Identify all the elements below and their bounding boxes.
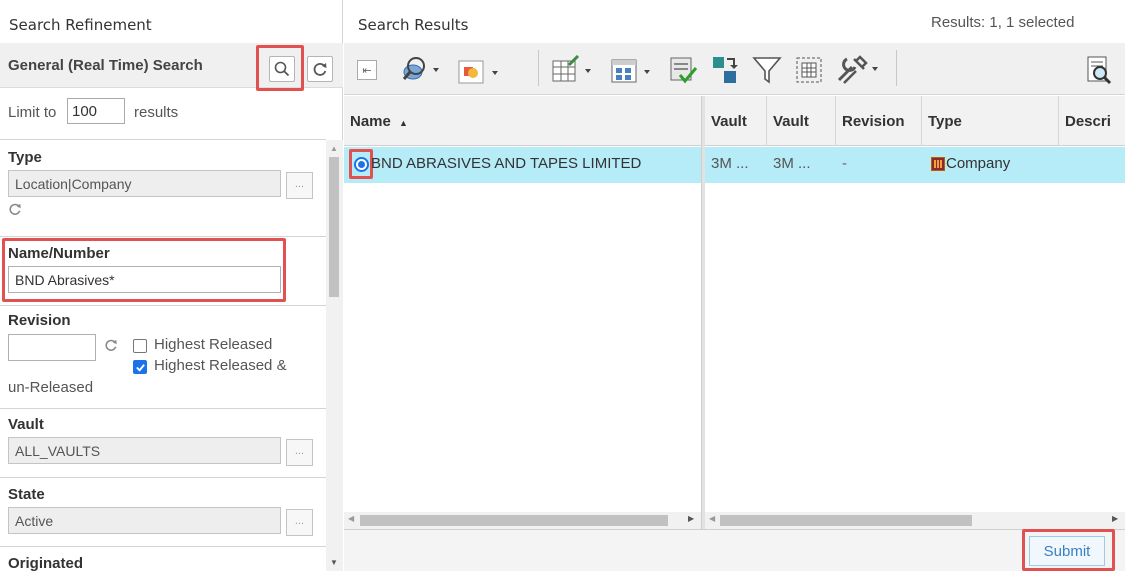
check-icon	[135, 363, 145, 372]
table-config-icon	[611, 59, 650, 83]
validate-icon	[670, 57, 698, 84]
radio-dot-icon	[358, 161, 365, 168]
state-field: Active	[8, 507, 281, 534]
state-label: State	[8, 486, 45, 503]
frozen-pane-splitter[interactable]	[701, 96, 705, 536]
scroll-left-arrow-icon[interactable]: ◀	[709, 514, 715, 523]
validate-button[interactable]	[666, 55, 700, 85]
vault-label: Vault	[8, 416, 44, 433]
select-all-button[interactable]	[792, 55, 826, 85]
edit-table-button[interactable]	[551, 55, 595, 85]
right-pane-hscroll-thumb[interactable]	[720, 515, 972, 526]
revision-label: Revision	[8, 312, 71, 329]
column-header-type[interactable]: Type	[922, 96, 1059, 146]
column-header-description[interactable]: Descri	[1059, 96, 1125, 146]
scroll-right-arrow-icon[interactable]: ▶	[1112, 514, 1118, 523]
originated-label: Originated	[8, 555, 84, 571]
collapse-panel-icon[interactable]: ⇤	[357, 60, 377, 80]
toolbar-separator	[896, 50, 897, 86]
search-refinement-title: Search Refinement	[9, 16, 152, 34]
divider	[0, 408, 326, 409]
edit-table-icon	[552, 55, 591, 82]
revision-refresh-button[interactable]	[104, 338, 118, 356]
limit-suffix: results	[134, 104, 179, 121]
export-icon	[713, 57, 738, 83]
toolbar-separator	[538, 50, 539, 86]
type-field: Location|Company	[8, 170, 281, 197]
column-header-vault-2[interactable]: Vault	[767, 96, 836, 146]
sort-ascending-icon: ▲	[399, 118, 408, 128]
results-footer	[344, 529, 1125, 571]
state-browse-button[interactable]: ...	[286, 509, 313, 536]
scroll-up-arrow-icon[interactable]: ▲	[330, 144, 338, 153]
company-icon	[931, 157, 945, 171]
vault-field: ALL_VAULTS	[8, 437, 281, 464]
type-browse-button[interactable]: ...	[286, 172, 313, 199]
column-header-revision[interactable]: Revision	[836, 96, 922, 146]
divider	[0, 139, 326, 140]
export-button[interactable]	[708, 55, 742, 85]
search-results-title: Search Results	[358, 16, 469, 34]
submit-button[interactable]: Submit	[1029, 536, 1105, 566]
scroll-left-arrow-icon[interactable]: ◀	[348, 514, 354, 523]
column-header-vault[interactable]: Vault	[705, 96, 767, 146]
divider	[0, 305, 326, 306]
divider	[0, 236, 326, 237]
cell-name[interactable]: BND ABRASIVES AND TAPES LIMITED	[371, 147, 701, 183]
limit-prefix: Limit to	[8, 104, 57, 121]
filter-button[interactable]	[750, 55, 784, 85]
cell-vault: 3M ...	[711, 155, 749, 172]
column-header-name-label: Name	[350, 113, 391, 130]
left-scrollbar-thumb[interactable]	[329, 157, 339, 297]
advanced-search-button[interactable]	[1084, 55, 1114, 85]
highest-released-unreleased-checkbox[interactable]	[133, 360, 147, 374]
cell-type: Company	[946, 155, 1011, 172]
refresh-button[interactable]	[307, 56, 333, 82]
table-config-button[interactable]	[610, 56, 654, 86]
highest-released-unreleased-label: Highest Released &	[154, 357, 287, 374]
shapes-icon	[458, 60, 498, 84]
search-icon	[1087, 56, 1112, 85]
limit-input[interactable]	[67, 98, 125, 124]
refresh-icon	[9, 203, 21, 215]
cell-vault-2: 3M ...	[773, 155, 811, 172]
highest-released-checkbox[interactable]	[133, 339, 147, 353]
cell-description	[1061, 147, 1125, 183]
left-pane-hscroll-thumb[interactable]	[360, 515, 668, 526]
tools-icon	[837, 55, 878, 84]
find-like-icon	[402, 57, 439, 80]
highest-released-label: Highest Released	[154, 336, 273, 353]
scroll-right-arrow-icon[interactable]: ▶	[688, 514, 694, 523]
name-number-input[interactable]	[8, 266, 281, 293]
revision-input[interactable]	[8, 334, 96, 361]
scroll-down-arrow-icon[interactable]: ▼	[330, 558, 338, 567]
name-number-label: Name/Number	[8, 245, 110, 262]
filter-icon	[752, 57, 782, 84]
select-all-icon	[796, 57, 822, 83]
tools-button[interactable]	[834, 54, 884, 84]
general-search-label: General (Real Time) Search	[8, 57, 203, 74]
results-count: Results: 1, 1 selected	[931, 14, 1075, 31]
column-header-name[interactable]: Name ▲	[344, 96, 701, 146]
divider	[0, 546, 326, 547]
type-label: Type	[8, 149, 42, 166]
search-button[interactable]	[269, 56, 295, 82]
refresh-icon	[313, 63, 327, 76]
highest-released-unreleased-label-cont: un-Released	[8, 379, 94, 396]
vault-browse-button[interactable]: ...	[286, 439, 313, 466]
find-like-button[interactable]	[397, 54, 443, 84]
divider	[0, 477, 326, 478]
refresh-icon	[105, 339, 117, 351]
shapes-button[interactable]	[458, 57, 504, 87]
row-radio-button[interactable]	[354, 157, 369, 172]
cell-revision: -	[842, 155, 847, 172]
type-refresh-button[interactable]	[8, 202, 22, 220]
magnifier-icon	[274, 61, 290, 77]
